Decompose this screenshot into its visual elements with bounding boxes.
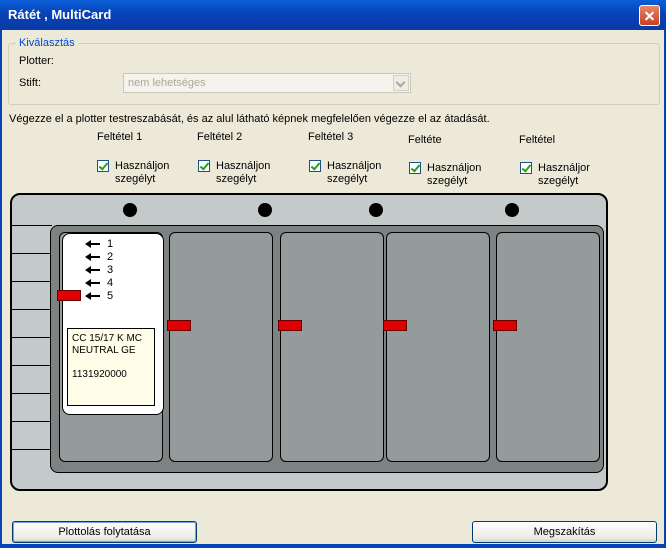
checkbox-line1: Használjon — [115, 160, 170, 172]
pen-select[interactable]: nem lehetséges — [123, 73, 411, 93]
condition-3-checkbox-label: Használjon szegélyt — [327, 160, 381, 186]
plotter-hole — [258, 203, 272, 217]
selection-group-title: Kiválasztás — [16, 37, 78, 49]
plotter-side-line — [12, 421, 52, 422]
plotter-hole — [369, 203, 383, 217]
position-1: 1 — [107, 238, 114, 250]
plotter-side-line — [12, 337, 52, 338]
card-info-label: CC 15/17 K MC NEUTRAL GE 1131920000 — [67, 328, 155, 406]
tray-slot-4 — [386, 232, 490, 462]
condition-1-border-checkbox[interactable] — [97, 160, 109, 172]
slot-4-marker — [383, 320, 407, 331]
condition-2-border-checkbox[interactable] — [198, 160, 210, 172]
title-bar: Rátét , MultiCard — [0, 0, 666, 30]
chevron-down-icon[interactable] — [393, 75, 409, 91]
condition-5-border-checkbox[interactable] — [520, 162, 532, 174]
condition-4-border-checkbox[interactable] — [409, 162, 421, 174]
multicard: 1 2 3 4 5 CC 15/17 K MC NEUTRAL GE 11319… — [57, 233, 164, 415]
arrow-left-icon — [85, 251, 105, 263]
position-2: 2 — [107, 251, 114, 263]
condition-3-label: Feltétel 3 — [308, 131, 354, 143]
plotter-side-line — [12, 449, 52, 450]
plotter-side-line — [12, 253, 52, 254]
condition-2-label: Feltétel 2 — [197, 131, 243, 143]
window-title: Rátét , MultiCard — [8, 7, 112, 22]
checkbox-line2: szegélyt — [427, 175, 468, 187]
cancel-button[interactable]: Megszakítás — [472, 521, 657, 543]
arrow-left-icon — [85, 238, 105, 250]
position-5: 5 — [107, 290, 114, 302]
close-icon[interactable] — [639, 5, 660, 26]
plotter-hole — [123, 203, 137, 217]
tray-slot-5 — [496, 232, 600, 462]
checkbox-line2: szegélyt — [115, 173, 156, 185]
checkbox-line2: szegélyt — [216, 173, 257, 185]
plotter-side-line — [12, 393, 52, 394]
plotter-diagram: 1 2 3 4 5 CC 15/17 K MC NEUTRAL GE 11319… — [10, 193, 608, 491]
card-info-line2: NEUTRAL GE — [72, 345, 136, 356]
tray-slot-3 — [280, 232, 384, 462]
plotter-hole — [505, 203, 519, 217]
slot-5-marker — [493, 320, 517, 331]
condition-1-checkbox-label: Használjon szegélyt — [115, 160, 169, 186]
continue-plotting-button[interactable]: Plottolás folytatása — [12, 521, 197, 543]
condition-2-checkbox-label: Használjon szegélyt — [216, 160, 270, 186]
plotter-label: Plotter: — [19, 55, 54, 67]
pen-label: Stift: — [19, 77, 42, 89]
position-4: 4 — [107, 277, 114, 289]
arrow-left-icon — [85, 277, 105, 289]
condition-3-border-checkbox[interactable] — [309, 160, 321, 172]
condition-5-checkbox-label: Használjor szegélyt — [538, 162, 590, 188]
tray-slot-2 — [169, 232, 273, 462]
position-3: 3 — [107, 264, 114, 276]
checkbox-line2: szegélyt — [538, 175, 579, 187]
card-info-line1: CC 15/17 K MC — [72, 333, 143, 344]
plotter-side-line — [12, 309, 52, 310]
pen-select-value: nem lehetséges — [128, 77, 206, 89]
checkbox-line1: Használjon — [327, 160, 382, 172]
slot-1-marker — [57, 290, 81, 301]
card-info-line3: 1131920000 — [72, 369, 127, 380]
checkbox-line1: Használjor — [538, 162, 590, 174]
arrow-left-icon — [85, 264, 105, 276]
slot-3-marker — [278, 320, 302, 331]
plotter-side-line — [12, 281, 52, 282]
checkbox-line1: Használjon — [427, 162, 482, 174]
slot-2-marker — [167, 320, 191, 331]
condition-4-checkbox-label: Használjon szegélyt — [427, 162, 481, 188]
plotter-side-line — [12, 365, 52, 366]
checkbox-line1: Használjon — [216, 160, 271, 172]
checkbox-line2: szegélyt — [327, 173, 368, 185]
arrow-left-icon — [85, 290, 105, 302]
condition-1-label: Feltétel 1 — [97, 131, 143, 143]
condition-5-label: Feltétel — [519, 134, 556, 146]
condition-4-label: Feltéte — [408, 134, 442, 146]
plotter-side-line — [12, 225, 52, 226]
instruction-text: Végezze el a plotter testreszabását, és … — [9, 113, 490, 125]
